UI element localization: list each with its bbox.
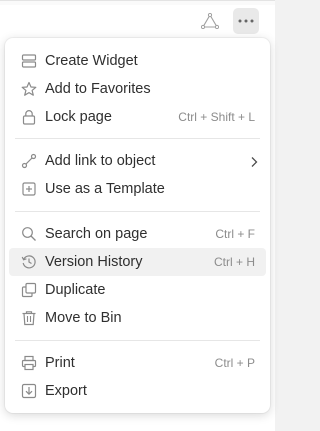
header-divider	[0, 0, 275, 5]
link-icon	[21, 153, 37, 169]
star-icon	[21, 81, 37, 97]
menu-item-move-to-bin[interactable]: Move to Bin	[9, 304, 266, 332]
duplicate-icon	[21, 282, 37, 298]
chevron-right-icon	[250, 155, 258, 173]
menu-item-label: Version History	[45, 254, 143, 270]
shortcut-hint: Ctrl + F	[215, 227, 255, 241]
lock-icon	[21, 109, 37, 125]
page: Create Widget Add to Favorites Lock page…	[0, 0, 275, 431]
menu-item-label: Add link to object	[45, 153, 156, 169]
menu-item-add-to-favorites[interactable]: Add to Favorites	[9, 75, 266, 103]
widget-icon	[21, 53, 37, 69]
menu-item-lock-page[interactable]: Lock page Ctrl + Shift + L	[9, 103, 266, 131]
menu-item-version-history[interactable]: Version History Ctrl + H	[9, 248, 266, 276]
page-options-menu: Create Widget Add to Favorites Lock page…	[5, 38, 270, 413]
print-icon	[21, 355, 37, 371]
menu-divider	[15, 211, 260, 212]
menu-divider	[15, 138, 260, 139]
history-icon	[21, 254, 37, 270]
template-icon	[21, 181, 37, 197]
shortcut-hint: Ctrl + P	[214, 356, 255, 370]
menu-item-use-as-template[interactable]: Use as a Template	[9, 175, 266, 203]
menu-item-label: Export	[45, 383, 87, 399]
shortcut-hint: Ctrl + H	[213, 255, 255, 269]
menu-item-label: Create Widget	[45, 53, 138, 69]
menu-item-add-link-to-object[interactable]: Add link to object	[9, 147, 266, 175]
trash-icon	[21, 310, 37, 326]
graph-icon[interactable]	[197, 8, 223, 34]
menu-item-create-widget[interactable]: Create Widget	[9, 47, 266, 75]
menu-item-label: Add to Favorites	[45, 81, 151, 97]
menu-item-search-on-page[interactable]: Search on page Ctrl + F	[9, 220, 266, 248]
more-horizontal-icon[interactable]	[233, 8, 259, 34]
shortcut-hint: Ctrl + Shift + L	[178, 110, 255, 124]
menu-item-label: Move to Bin	[45, 310, 122, 326]
menu-divider	[15, 340, 260, 341]
menu-item-print[interactable]: Print Ctrl + P	[9, 349, 266, 377]
menu-item-label: Print	[45, 355, 75, 371]
menu-item-label: Search on page	[45, 226, 148, 242]
export-icon	[21, 383, 37, 399]
menu-item-label: Lock page	[45, 109, 112, 125]
search-icon	[21, 226, 37, 242]
menu-item-label: Duplicate	[45, 282, 106, 298]
menu-item-export[interactable]: Export	[9, 377, 266, 405]
menu-item-label: Use as a Template	[45, 181, 165, 197]
menu-item-duplicate[interactable]: Duplicate	[9, 276, 266, 304]
